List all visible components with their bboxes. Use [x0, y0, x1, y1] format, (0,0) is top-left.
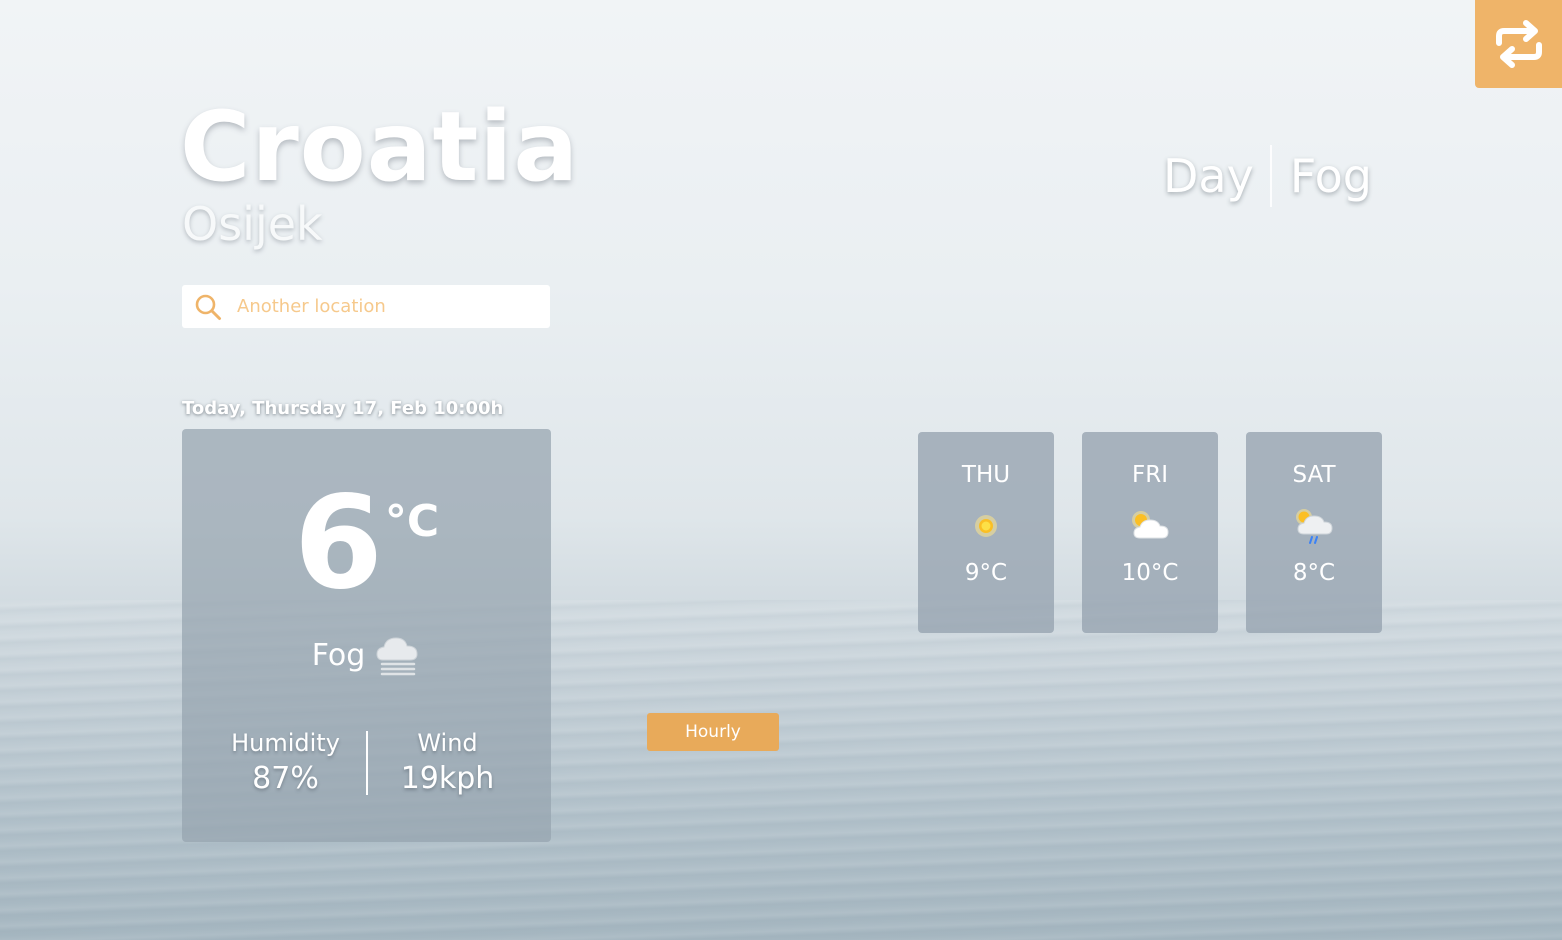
humidity-stat: Humidity 87% [206, 729, 366, 796]
forecast-card-thu[interactable]: THU 9°C [918, 432, 1054, 633]
forecast-card-sat[interactable]: SAT 8°C [1246, 432, 1382, 633]
wind-value: 19kph [400, 761, 495, 796]
wind-stat: Wind 19kph [368, 729, 528, 796]
condition-label: Fog [1289, 149, 1373, 203]
current-condition: Fog [182, 634, 551, 676]
current-condition-text: Fog [311, 637, 366, 673]
search-bar[interactable] [182, 285, 550, 328]
current-temperature: 6°C [182, 474, 551, 614]
forecast-day: SAT [1292, 462, 1336, 488]
city-subtitle: Osijek [182, 197, 323, 251]
humidity-value: 87% [252, 761, 319, 796]
forecast-temp: 10°C [1121, 560, 1179, 586]
forecast-temp: 9°C [964, 560, 1008, 586]
rain-cloud-icon [1296, 509, 1333, 544]
swap-arrows-icon [1495, 20, 1542, 68]
current-weather-card: 6°C Fog Humidity 87% Wind 19kph [182, 429, 551, 842]
temperature-unit: °C [384, 496, 440, 547]
partly-cloudy-icon [1132, 511, 1169, 539]
fog-icon [376, 637, 418, 676]
humidity-label: Humidity [231, 729, 340, 757]
forecast-card-fri[interactable]: FRI 10°C [1082, 432, 1218, 633]
period-label: Day [1163, 149, 1254, 203]
hourly-button[interactable]: Hourly [647, 713, 779, 751]
wind-label: Wind [417, 729, 478, 757]
temperature-value: 6 [293, 469, 383, 618]
search-input[interactable] [235, 295, 539, 318]
country-title: Croatia [180, 91, 580, 203]
toggle-button[interactable] [1475, 0, 1562, 88]
header-divider [1269, 145, 1272, 207]
sun-icon [975, 515, 997, 537]
current-date-label: Today, Thursday 17, Feb 10:00h [182, 398, 504, 419]
forecast-day: FRI [1132, 462, 1168, 488]
current-stats: Humidity 87% Wind 19kph [182, 729, 551, 796]
forecast-day: THU [961, 462, 1011, 488]
forecast-temp: 8°C [1292, 560, 1336, 586]
search-icon [195, 294, 221, 320]
day-condition-header: Day Fog [1163, 145, 1372, 207]
